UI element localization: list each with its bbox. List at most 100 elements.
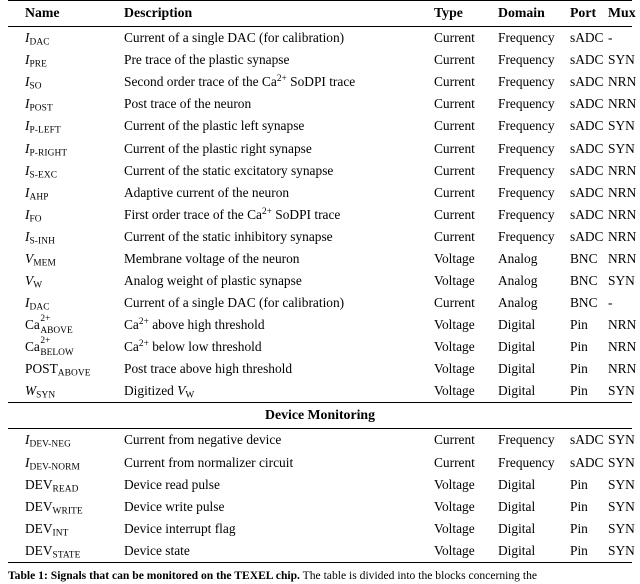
table-body-section-header: Device Monitoring [8,402,632,429]
cell-name: IDAC [8,26,120,50]
table-row: IPRE Pre trace of the plastic synapse Curr… [8,49,635,71]
cell-type: Voltage [434,361,475,377]
cell-mux: - [608,294,613,310]
caption-rest: The table is divided into the blocks con… [299,569,538,582]
cell-port: sADC [570,184,604,200]
cell-mux: NRN [608,339,637,355]
cell-mux: NRN [608,250,637,266]
cell-name: POSTABOVE [25,361,91,379]
column-header-mux: Mux [606,0,636,27]
cell-mux: NRN [608,206,637,222]
cell-description: Current of a single DAC (for calibration… [120,26,432,50]
cell-type: Current [434,454,475,470]
table-row: POSTABOVE Post trace above high threshold… [8,358,637,380]
cell-name: DEVWRITE [25,498,83,517]
cell-description: Pre trace of the plastic synapse [124,52,290,68]
cell-port: BNC [570,250,598,266]
bottom-rule-cell [8,561,632,563]
cell-type: Voltage [434,272,475,288]
cell-port: sADC [570,162,604,178]
cell-mux: SYN [608,118,635,134]
cell-type: Current [434,118,475,134]
table-row: ISO Second order trace of the Ca2+ SoDPI … [8,71,637,93]
cell-domain: Digital [498,476,536,492]
cell-name: IDAC [25,294,50,313]
table-row: IPOST Post trace of the neuron Current Freq… [8,93,636,115]
cell-description: Current of the static excitatory synapse [124,162,334,178]
cell-port: sADC [570,118,604,134]
cell-description: Current of the plastic right synapse [124,140,312,156]
cell-domain: Digital [498,383,536,399]
cell-mux: NRN [608,317,637,332]
cell-description: Digitized VW [124,383,195,401]
cell-port: Pin [570,361,588,377]
table-row: IS-INH Current of the static inhibitory s… [8,226,636,248]
caption-label: Table 1: [8,569,48,582]
cell-mux: SYN [608,52,635,68]
cell-name: IS-EXC [25,162,58,180]
cell-name: IDEV-NORM [25,454,80,472]
cell-name: WSYN [25,383,56,401]
cell-port: Pin [570,498,588,514]
cell-port: sADC [570,206,604,222]
cell-name: ISO [25,74,42,92]
cell-description: Device state [124,542,190,558]
cell-port: sADC [570,228,604,244]
cell-mux: SYN [608,454,635,470]
cell-domain: Frequency [498,206,555,222]
cell-type: Current [434,228,475,244]
cell-port: Pin [570,339,588,355]
cell-type: Current [432,26,494,50]
cell-domain: Frequency [498,118,555,134]
cell-port: BNC [570,272,598,288]
cell-description: Ca2+ above high threshold [124,317,265,332]
cell-type: Voltage [434,542,475,558]
cell-port: BNC [570,294,598,310]
cell-description: Post trace of the neuron [124,96,252,112]
table-row: IDEV-NORM Current from normalizer circuit… [8,451,635,473]
table-row: IP-RIGHT Current of the plastic right syn… [8,137,635,159]
cell-type: Voltage [434,383,475,399]
cell-mux: SYN [608,498,635,514]
table-row: DEVWRITE Device write pulse Voltage Digital… [8,495,635,517]
cell-name: IFO [25,206,42,225]
table-row: VW Analog weight of plastic synapse Voltag… [8,270,635,292]
cell-description: Device read pulse [124,476,220,492]
table-row: Ca2+BELOWBELOW Ca2+ below low threshold Vo… [8,336,637,358]
cell-domain: Digital [498,498,536,514]
cell-name: VW [25,272,43,291]
cell-mux: - [606,26,632,50]
table-row: WSYN Digitized VW Voltage Digital Pin SYN [8,380,635,403]
cell-mux: SYN [608,140,635,156]
cell-mux: SYN [606,428,635,452]
cell-name: IP-LEFT [25,118,61,136]
table-row: Ca2+ABOVEABOVE Ca2+ above high threshold V… [8,314,637,336]
column-header-port: Port [568,0,606,27]
cell-description: Adaptive current of the neuron [124,184,290,200]
table-header: Name Description Type Domain Port Mux [8,0,636,27]
cell-description: Current of a single DAC (for calibration… [124,294,345,310]
cell-name: Ca2+ABOVEABOVE [25,314,73,336]
table-row: DEVREAD Device read pulse Voltage Digital Pi… [8,473,635,495]
cell-domain: Frequency [498,96,555,112]
cell-mux: NRN [608,361,637,377]
cell-domain: Frequency [494,26,568,50]
cell-port: sADC [570,140,604,156]
cell-mux: SYN [608,542,635,558]
cell-type: Current [434,162,475,178]
cell-type: Current [434,96,475,112]
cell-mux: NRN [608,74,637,90]
cell-domain: Digital [498,520,536,536]
cell-domain: Digital [498,317,536,332]
cell-name: DEVREAD [25,476,79,495]
cell-type: Current [434,140,475,156]
column-header-type: Type [432,0,494,27]
cell-type: Current [434,206,475,222]
table-header-row: Name Description Type Domain Port Mux [8,0,636,27]
table-row: IDAC Current of a single DAC (for calibra… [8,292,632,314]
cell-name: IDEV-NEG [8,428,120,452]
cell-domain: Analog [498,272,538,288]
cell-description: Second order trace of the Ca2+ SoDPI tra… [124,74,356,90]
cell-type: Current [434,184,475,200]
table-row: IDAC Current of a single DAC (for calibra… [8,26,632,50]
